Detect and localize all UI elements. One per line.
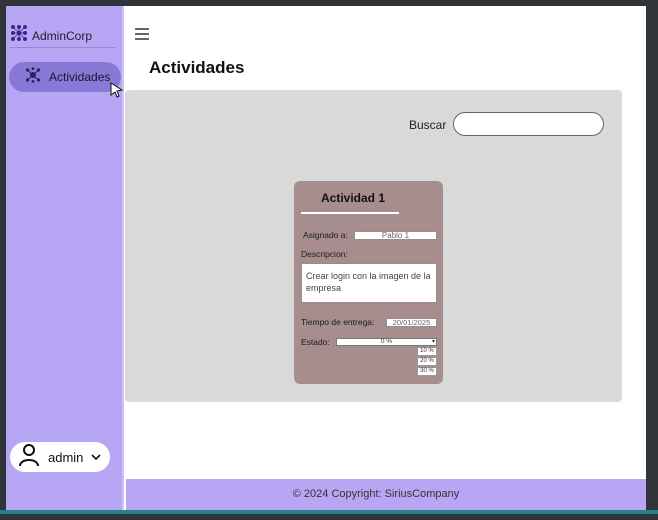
window-bottom-edge	[0, 510, 658, 514]
user-avatar-icon	[18, 443, 40, 472]
search-input[interactable]	[453, 112, 604, 136]
description-field[interactable]: Crear login con la imagen de la empresa	[301, 263, 437, 303]
status-option[interactable]: 10 %	[417, 347, 437, 356]
assigned-label: Asignado a:	[303, 230, 348, 240]
status-select[interactable]: 0 % ▾	[336, 338, 437, 346]
status-option[interactable]: 30 %	[417, 367, 437, 376]
user-name: admin	[48, 449, 84, 465]
chevron-down-icon	[91, 448, 101, 466]
brand-logo-icon	[10, 24, 28, 47]
user-menu[interactable]: admin	[10, 442, 110, 472]
activities-panel: Buscar Actividad 1 Asignado a: Pablo 1 D…	[125, 90, 622, 402]
chevron-down-icon: ▾	[431, 339, 435, 345]
app-window: AdminCorp Actividades admin Actividades …	[6, 6, 646, 510]
page-title: Actividades	[149, 58, 245, 77]
brand[interactable]: AdminCorp	[10, 24, 92, 47]
search-label: Buscar	[409, 118, 447, 132]
mouse-cursor-icon	[110, 82, 124, 103]
card-title-underline	[301, 212, 399, 214]
status-label: Estado:	[301, 337, 330, 347]
deadline-field[interactable]: 20/01/2025	[386, 318, 437, 327]
footer: © 2024 Copyright: SiriusCompany	[126, 479, 646, 510]
status-option[interactable]: 20 %	[417, 357, 437, 366]
sidebar: AdminCorp Actividades admin	[6, 6, 124, 510]
assigned-field[interactable]: Pablo 1	[354, 231, 437, 240]
activity-card[interactable]: Actividad 1 Asignado a: Pablo 1 Descripc…	[294, 181, 443, 384]
brand-divider	[10, 47, 116, 48]
footer-copyright: © 2024 Copyright: SiriusCompany	[292, 488, 460, 500]
sidebar-item-actividades[interactable]: Actividades	[9, 62, 121, 92]
hamburger-icon[interactable]	[134, 27, 150, 46]
description-label: Descripcion:	[301, 249, 348, 259]
card-title: Actividad 1	[320, 191, 386, 205]
status-select-value: 0 %	[380, 338, 393, 345]
brand-name: AdminCorp	[32, 28, 93, 43]
sitemap-icon	[25, 66, 41, 88]
deadline-label: Tiempo de entrega:	[301, 317, 375, 327]
sidebar-item-label: Actividades	[49, 70, 111, 84]
